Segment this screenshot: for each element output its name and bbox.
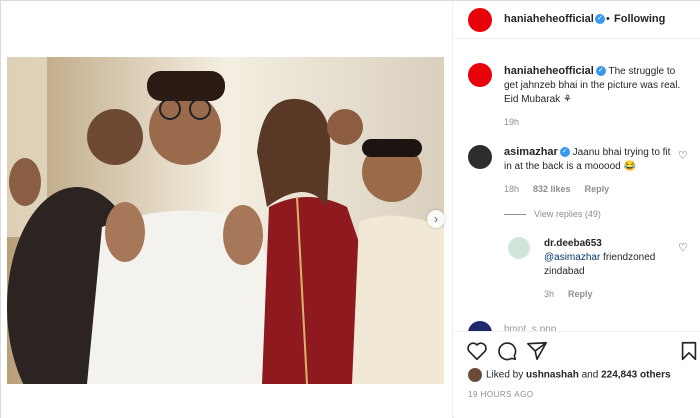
comment-time[interactable]: 18h (504, 184, 519, 194)
likes-summary: Liked by ushnashah and 224,843 others (468, 368, 671, 382)
reply-reply-button[interactable]: Reply (568, 289, 593, 299)
caption-avatar[interactable] (468, 63, 492, 87)
partial-comment-avatar[interactable] (468, 321, 492, 331)
author-username[interactable]: haniaheheofficial (504, 13, 594, 25)
reply-meta: 3h Reply (544, 289, 593, 299)
liker-avatar[interactable] (468, 368, 482, 382)
comment-icon[interactable] (496, 340, 518, 362)
reply: dr.deeba653 @asimazhar friendzoned zinda… (544, 237, 674, 279)
following-button[interactable]: Following (614, 13, 665, 25)
verified-badge-icon: ✓ (595, 66, 606, 77)
reply-avatar[interactable] (508, 237, 530, 259)
comment: asimazhar ✓ Jaanu bhai trying to fit in a… (504, 145, 674, 174)
post-media: › (1, 1, 453, 418)
view-replies-link[interactable]: View replies (49) (504, 209, 601, 219)
reply-time[interactable]: 3h (544, 289, 554, 299)
photo-illustration (7, 57, 444, 384)
likes-prefix: Liked by (486, 369, 527, 381)
likes-middle: and (578, 369, 602, 381)
instagram-post-page: › haniaheheofficial ✓ • Following haniah… (0, 0, 700, 418)
comment-like-heart-icon[interactable]: ♡ (678, 149, 688, 162)
reply-like-heart-icon[interactable]: ♡ (678, 241, 688, 254)
post-header: haniaheheofficial ✓ • Following (454, 1, 700, 39)
likes-count[interactable]: 224,843 others (601, 370, 671, 381)
post-timestamp[interactable]: 19 HOURS AGO (468, 390, 534, 399)
chevron-right-icon: › (434, 212, 438, 226)
verified-badge-icon: ✓ (595, 14, 605, 24)
author-avatar[interactable] (468, 8, 492, 32)
next-photo-button[interactable]: › (427, 210, 445, 228)
comment-meta: 18h 832 likes Reply (504, 184, 609, 194)
post-container: › haniaheheofficial ✓ • Following haniah… (0, 0, 700, 418)
comment-username[interactable]: asimazhar (504, 146, 558, 158)
verified-badge-icon: ✓ (559, 147, 570, 158)
bookmark-icon[interactable] (678, 340, 700, 362)
comment-reply-button[interactable]: Reply (585, 184, 610, 194)
replies-divider (504, 214, 526, 216)
liker-username[interactable]: ushnashah (526, 370, 579, 381)
comment-likes[interactable]: 832 likes (533, 184, 571, 194)
reply-mention[interactable]: @asimazhar (544, 252, 600, 263)
share-icon[interactable] (526, 340, 548, 362)
post-actions: Liked by ushnashah and 224,843 others 19… (454, 331, 700, 418)
caption: haniaheheofficial ✓ The struggle to get j… (504, 64, 684, 107)
separator-dot: • (606, 13, 610, 25)
partial-comment-username[interactable]: bmnt_s ppp (504, 323, 556, 331)
caption-time[interactable]: 19h (504, 117, 519, 127)
view-replies-label: View replies (49) (534, 209, 601, 219)
comment-avatar[interactable] (468, 145, 492, 169)
post-photo[interactable] (7, 57, 444, 384)
caption-username[interactable]: haniaheheofficial (504, 65, 594, 77)
comments-section: haniaheheofficial ✓ The struggle to get j… (454, 39, 700, 331)
post-sidebar: haniaheheofficial ✓ • Following haniaheh… (454, 1, 700, 418)
reply-username[interactable]: dr.deeba653 (544, 238, 602, 249)
heart-icon[interactable] (466, 340, 488, 362)
